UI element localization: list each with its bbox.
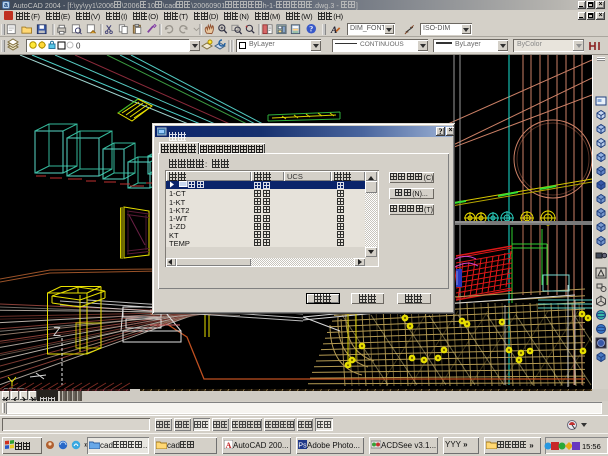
svg-text:Ps: Ps: [298, 443, 307, 450]
svg-text:Z: Z: [53, 324, 61, 339]
svg-text:A: A: [226, 441, 232, 449]
svg-text:?: ?: [309, 24, 313, 33]
svg-text:0: 0: [76, 42, 81, 51]
